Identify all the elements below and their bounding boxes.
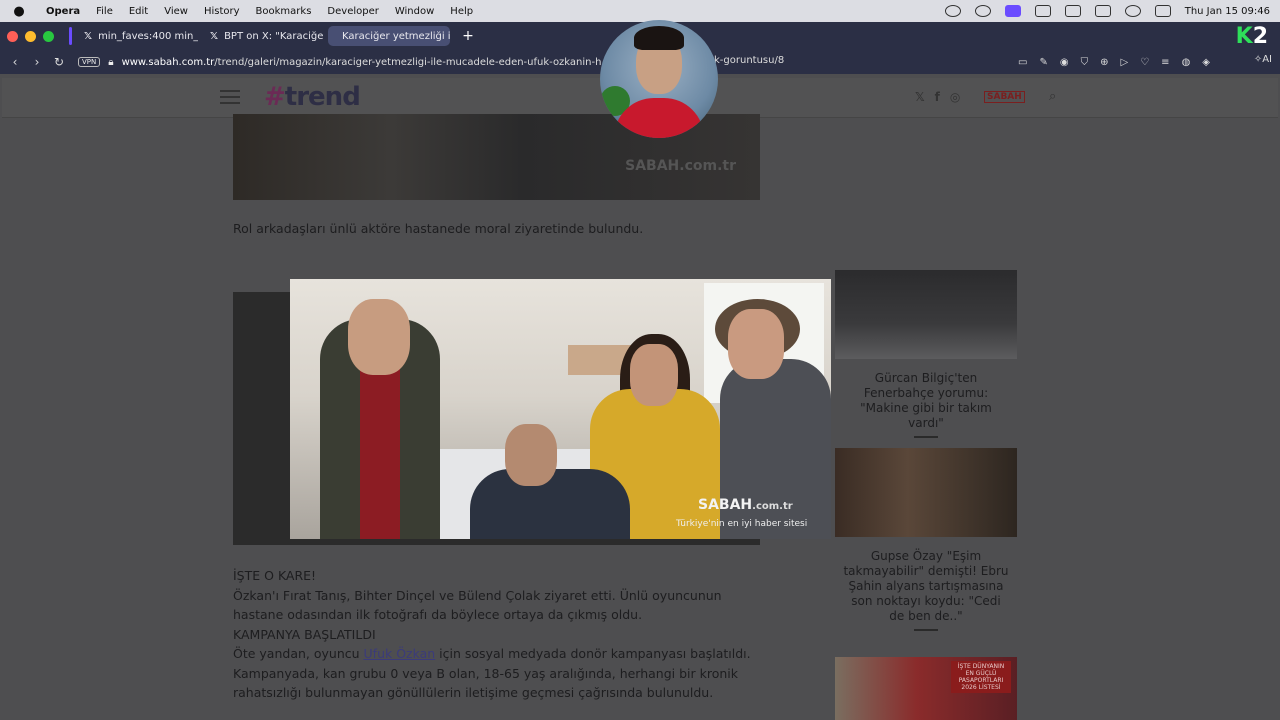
related-card[interactable]: Gupse Özay "Eşim takmayabilir" demişti! … (835, 448, 1017, 631)
minimize-window-button[interactable] (25, 30, 36, 42)
trend-logo[interactable]: #trend (264, 82, 361, 112)
forward-button[interactable]: › (26, 55, 48, 69)
ai-button[interactable]: ✧AI (1254, 54, 1272, 65)
hamburger-menu-icon[interactable] (220, 90, 240, 108)
tab-sabah-active[interactable]: Karaciğer yetmezliği ile (328, 26, 450, 46)
menu-icon[interactable]: ≡ (1161, 57, 1169, 68)
menu-edit[interactable]: Edit (121, 6, 156, 17)
k2-overlay-logo: K2 (1235, 24, 1268, 49)
related-card[interactable]: Gürcan Bilgiç'ten Fenerbahçe yorumu: "Ma… (835, 270, 1017, 438)
menu-file[interactable]: File (88, 6, 121, 17)
profile-icon[interactable]: ◍ (1182, 57, 1191, 68)
lock-icon[interactable]: 🔒︎ (108, 57, 113, 68)
menu-view[interactable]: View (156, 6, 196, 17)
related-title[interactable]: Gupse Özay "Eşim takmayabilir" demişti! … (835, 549, 1017, 624)
url-tail[interactable]: k-goruntusu/8 (714, 55, 784, 66)
menu-history[interactable]: History (196, 6, 248, 17)
related-thumbnail[interactable]: İŞTE DÜNYANIN EN GÜÇLÜ PASAPORTLARI 2026… (835, 657, 1017, 720)
tab-label: min_faves:400 min_retw (98, 30, 198, 42)
photo-head-2 (505, 424, 557, 486)
sidebar-toggle[interactable] (69, 27, 72, 45)
display-icon[interactable] (1064, 5, 1081, 17)
photo-watermark: SABAH.com.tr (698, 497, 793, 513)
macos-menubar: ● Opera File Edit View History Bookmarks… (0, 0, 1280, 22)
gallery-caption: Rol arkadaşları ünlü aktöre hastanede mo… (233, 221, 644, 236)
new-tab-button[interactable]: + (458, 28, 478, 44)
webcam-overlay (600, 20, 718, 138)
article-link-ufuk-ozkan[interactable]: Ufuk Özkan (364, 646, 436, 661)
related-thumbnail[interactable] (835, 270, 1017, 359)
screen-record-icon[interactable] (1004, 5, 1021, 17)
window-controls (7, 30, 67, 42)
instagram-icon[interactable]: ◎ (950, 90, 960, 104)
reader-icon[interactable]: ▭ (1018, 57, 1027, 68)
cube-icon[interactable]: ◈ (1202, 57, 1210, 68)
sync-icon[interactable] (974, 5, 991, 17)
article-body: İŞTE O KARE! Özkan'ı Fırat Tanış, Bihter… (233, 566, 773, 703)
sabah-logo[interactable]: SABAH (984, 91, 1025, 103)
heart-icon[interactable]: ♡ (1140, 57, 1149, 68)
reload-button[interactable]: ↻ (48, 55, 70, 69)
photo-watermark-subline: Türkiye'nin en iyi haber sitesi (676, 519, 808, 529)
x-logo-icon: 𝕏 (210, 30, 219, 42)
control-center-icon[interactable] (1154, 5, 1171, 17)
camera-icon[interactable]: ◉ (1060, 57, 1069, 68)
photo-head-3 (630, 344, 678, 406)
moon-icon[interactable] (1124, 5, 1141, 17)
x-social-icon[interactable]: 𝕏 (915, 90, 925, 104)
apple-icon[interactable]: ● (0, 4, 38, 19)
menu-developer[interactable]: Developer (319, 6, 386, 17)
x-logo-icon: 𝕏 (84, 30, 93, 42)
compass-icon[interactable] (944, 5, 961, 17)
related-card[interactable]: İŞTE DÜNYANIN EN GÜÇLÜ PASAPORTLARI 2026… (835, 657, 1017, 720)
menu-app-name[interactable]: Opera (38, 6, 88, 17)
related-thumbnail[interactable] (835, 448, 1017, 537)
menu-window[interactable]: Window (387, 6, 442, 17)
article-paragraph: Özkan'ı Fırat Tanış, Bihter Dinçel ve Bü… (233, 587, 722, 623)
tab-min-faves[interactable]: 𝕏 min_faves:400 min_retw (76, 26, 198, 46)
divider (914, 436, 938, 438)
web-page: #trend 𝕏 f ◎ SABAH ⌕ SABAH.com.tr Rol ar… (0, 74, 1280, 720)
search-icon[interactable]: ⌕ (1049, 89, 1056, 104)
shield-icon[interactable]: ⛉ (1081, 57, 1089, 68)
grid-icon[interactable] (1034, 5, 1051, 17)
tab-bpt-on-x[interactable]: 𝕏 BPT on X: "Karaciğer ye (202, 26, 324, 46)
article-heading: KAMPANYA BAŞLATILDI (233, 626, 376, 642)
thumbnail-badge: İŞTE DÜNYANIN EN GÜÇLÜ PASAPORTLARI 2026… (951, 661, 1011, 693)
zoom-window-button[interactable] (43, 30, 54, 42)
status-icons: Thu Jan 15 09:46 (944, 0, 1270, 22)
url-field[interactable]: www.sabah.com.tr/trend/galeri/magazin/ka… (122, 57, 602, 68)
facebook-icon[interactable]: f (935, 90, 940, 104)
tab-label: Karaciğer yetmezliği ile (342, 30, 450, 42)
menu-bookmarks[interactable]: Bookmarks (248, 6, 320, 17)
related-title[interactable]: Gürcan Bilgiç'ten Fenerbahçe yorumu: "Ma… (835, 371, 1017, 431)
play-icon[interactable]: ▷ (1121, 57, 1129, 68)
toolbar-icons: ▭ ✎ ◉ ⛉ ⊕ ▷ ♡ ≡ ◍ ◈ (1018, 50, 1210, 74)
menu-help[interactable]: Help (442, 6, 481, 17)
close-window-button[interactable] (7, 30, 18, 42)
tab-label: BPT on X: "Karaciğer ye (224, 30, 324, 42)
screen: ● Opera File Edit View History Bookmarks… (0, 0, 1280, 720)
clock[interactable]: Thu Jan 15 09:46 (1185, 6, 1270, 17)
image-watermark: SABAH.com.tr (625, 158, 736, 174)
edit-icon[interactable]: ✎ (1039, 57, 1047, 68)
battery-icon[interactable] (1094, 5, 1111, 17)
photo-head-1 (348, 299, 410, 375)
article-heading: İŞTE O KARE! (233, 568, 317, 583)
webcam-hair (634, 26, 684, 50)
article-paragraph: Öte yandan, oyuncu Ufuk Özkan için sosya… (233, 646, 751, 700)
extensions-icon[interactable]: ⊕ (1100, 57, 1108, 68)
divider (914, 629, 938, 631)
hospital-visit-photo[interactable]: SABAH.com.tr Türkiye'nin en iyi haber si… (290, 279, 831, 539)
photo-scarf (360, 369, 400, 539)
back-button[interactable]: ‹ (4, 55, 26, 69)
photo-head-4 (728, 309, 784, 379)
vpn-badge[interactable]: VPN (78, 57, 101, 67)
social-links: 𝕏 f ◎ (915, 90, 960, 104)
